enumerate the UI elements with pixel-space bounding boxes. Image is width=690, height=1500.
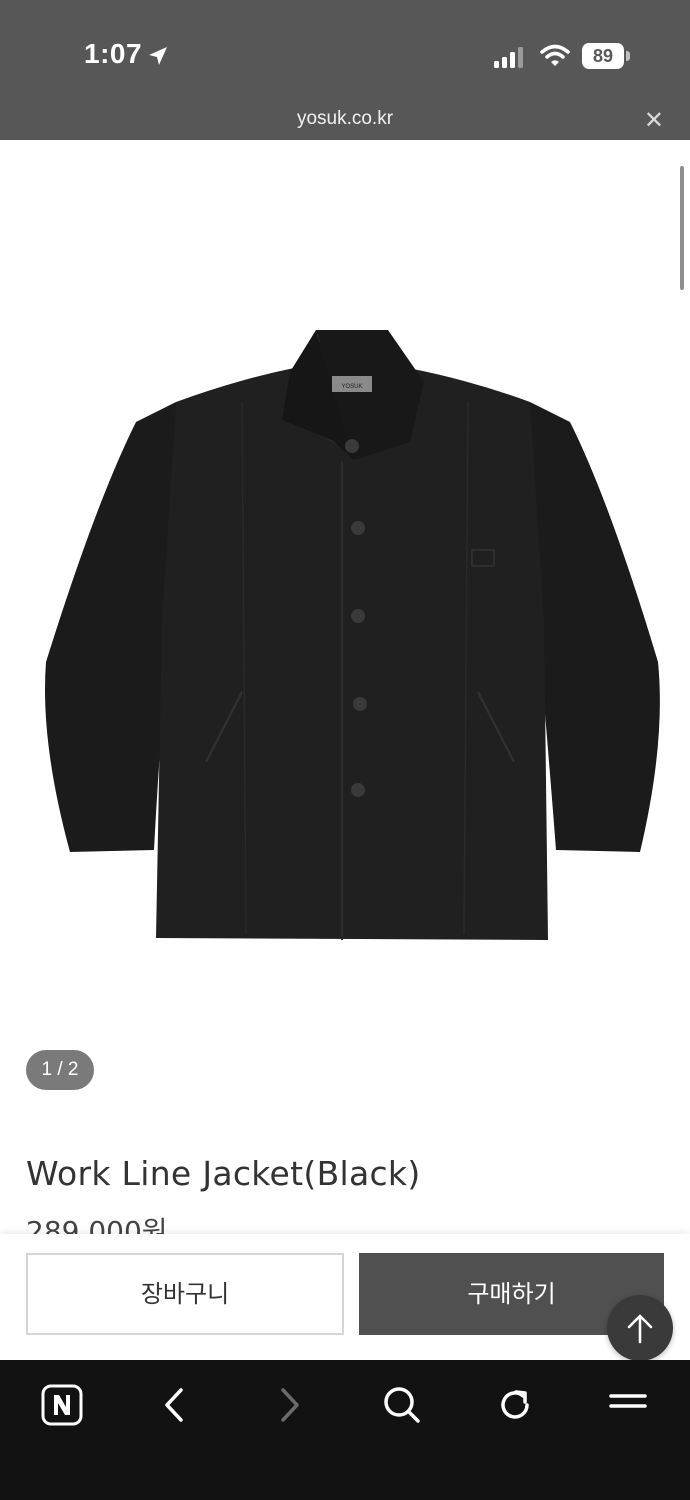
battery-level: 89 bbox=[582, 43, 624, 69]
scroll-top-button[interactable] bbox=[607, 1295, 673, 1361]
image-pager: 1 / 2 bbox=[26, 1050, 94, 1090]
product-image[interactable]: YOSUK bbox=[36, 322, 670, 946]
browser-header: 1:07 89 yosuk.co.kr ✕ bbox=[0, 0, 690, 140]
address-bar-url[interactable]: yosuk.co.kr bbox=[0, 108, 690, 130]
status-time: 1:07 bbox=[84, 38, 143, 69]
reload-icon[interactable] bbox=[490, 1380, 540, 1430]
browser-toolbar bbox=[0, 1360, 690, 1500]
battery-icon: 89 bbox=[582, 43, 630, 69]
product-name: Work Line Jacket(Black) bbox=[26, 1154, 421, 1193]
chevron-left-icon[interactable] bbox=[150, 1380, 200, 1430]
brand-tag: YOSUK bbox=[341, 384, 362, 390]
search-icon[interactable] bbox=[377, 1380, 427, 1430]
cellular-signal-icon bbox=[494, 47, 523, 68]
close-icon[interactable]: ✕ bbox=[644, 108, 664, 132]
naver-n-icon[interactable] bbox=[37, 1380, 87, 1430]
wifi-icon bbox=[540, 44, 570, 66]
location-arrow-icon bbox=[149, 47, 167, 65]
page-scrollbar[interactable] bbox=[680, 166, 684, 290]
arrow-up-icon bbox=[627, 1314, 653, 1344]
add-to-cart-button[interactable]: 장바구니 bbox=[26, 1253, 344, 1335]
hamburger-menu-icon[interactable] bbox=[603, 1380, 653, 1430]
chevron-right-icon[interactable] bbox=[264, 1380, 314, 1430]
purchase-bar: 장바구니 구매하기 bbox=[0, 1234, 690, 1360]
